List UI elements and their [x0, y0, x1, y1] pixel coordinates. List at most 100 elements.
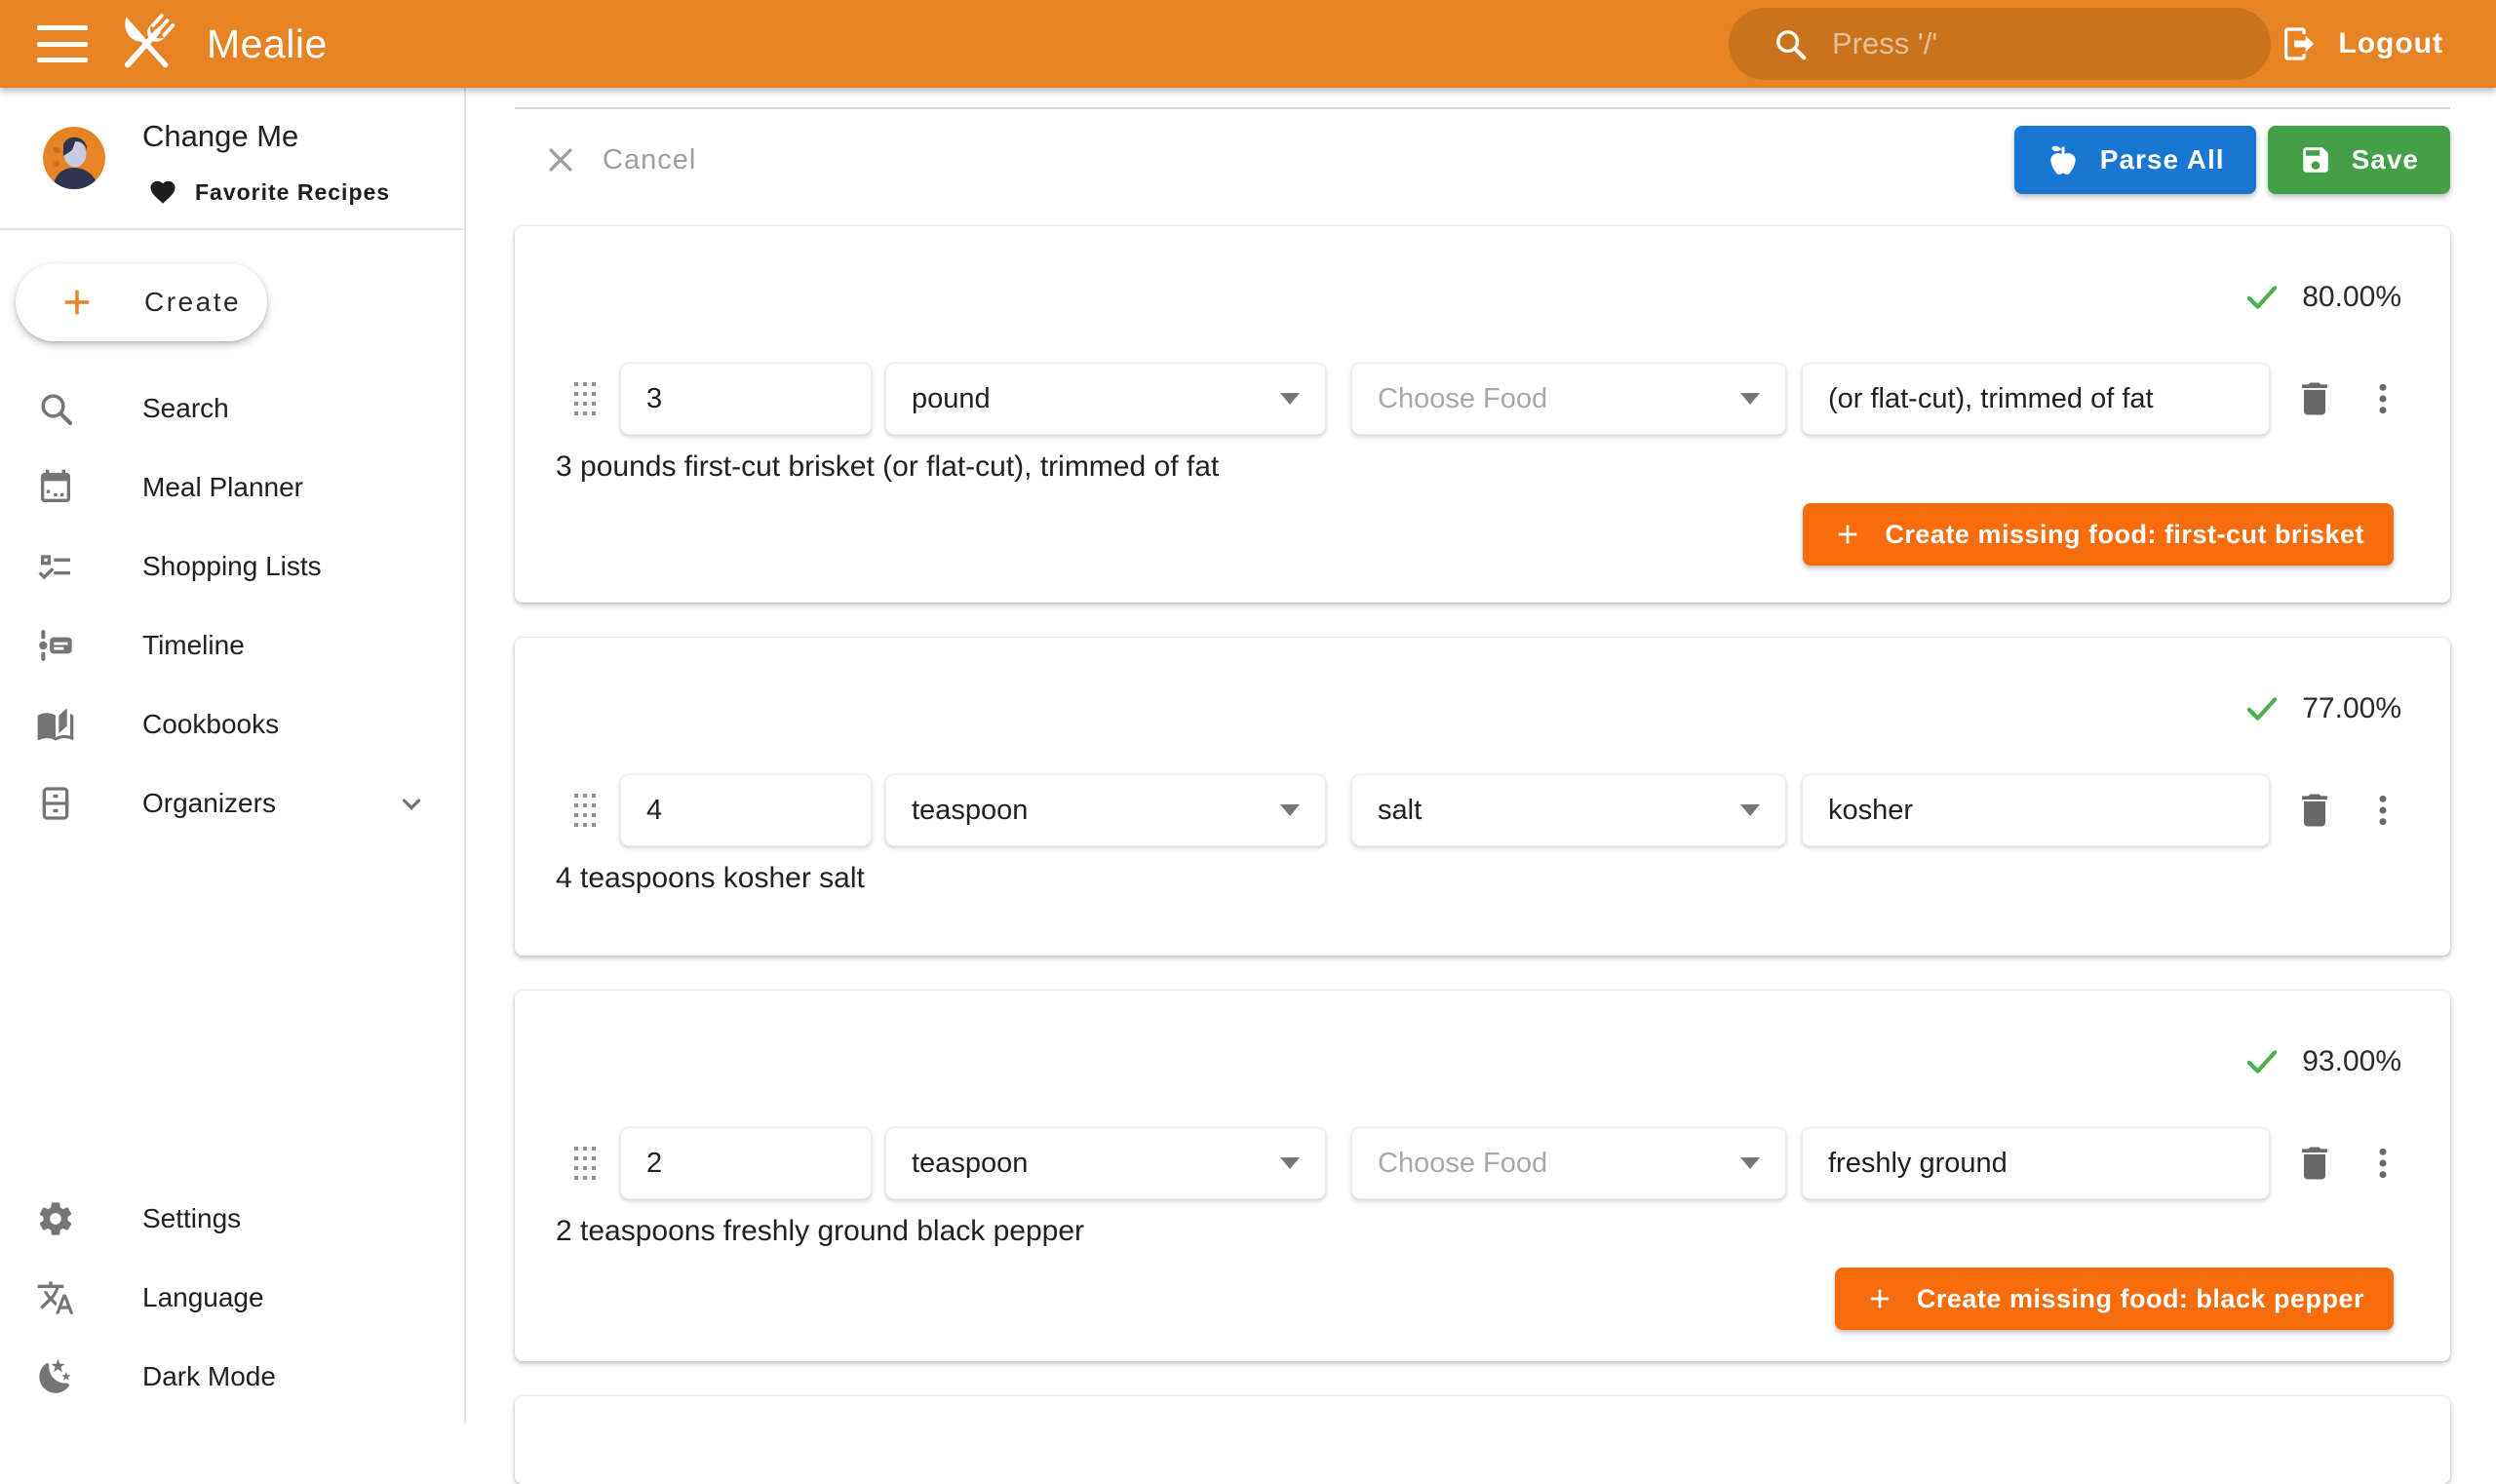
create-missing-food-button[interactable]: Create missing food: first-cut brisket [1803, 503, 2394, 566]
logout-button[interactable]: Logout [2280, 0, 2443, 88]
user-name: Change Me [142, 119, 298, 154]
confidence-value: 77.00% [2302, 692, 2401, 725]
drawer-cabinet-icon [35, 783, 76, 824]
sidebar-item-dark-mode[interactable]: Dark Mode [0, 1337, 464, 1416]
search-icon [35, 388, 76, 429]
kebab-icon [2363, 1144, 2402, 1183]
confidence-value: 80.00% [2302, 281, 2401, 314]
app-title: Mealie [207, 21, 328, 67]
parse-all-button[interactable]: Parse All [2014, 126, 2256, 194]
sidebar-item-label: Timeline [142, 630, 245, 661]
kebab-icon [2363, 791, 2402, 830]
delete-button[interactable] [2293, 1142, 2336, 1185]
parser-toolbar: Cancel Parse All Save [515, 125, 2450, 195]
drag-handle-icon[interactable] [573, 1146, 597, 1181]
note-input[interactable]: kosher [1802, 774, 2270, 846]
food-select[interactable]: Choose Food [1351, 1127, 1786, 1199]
save-button[interactable]: Save [2268, 126, 2450, 194]
drag-handle-icon[interactable] [573, 381, 597, 416]
more-options-button[interactable] [2363, 791, 2402, 830]
favorite-recipes-link[interactable]: Favorite Recipes [148, 177, 390, 207]
unit-select[interactable]: pound [885, 363, 1326, 435]
search-placeholder: Press '/' [1832, 26, 1937, 61]
sidebar-item-label: Meal Planner [142, 472, 303, 503]
check-icon [2242, 688, 2282, 729]
plus-icon [57, 282, 98, 323]
sidebar-item-language[interactable]: Language [0, 1258, 464, 1337]
unit-value: teaspoon [912, 795, 1028, 827]
sidebar-item-label: Dark Mode [142, 1361, 276, 1392]
confidence-indicator: 80.00% [2242, 277, 2401, 318]
ingredient-card-partial [515, 1396, 2450, 1484]
quantity-input[interactable]: 2 [620, 1127, 872, 1199]
quantity-input[interactable]: 4 [620, 774, 872, 846]
ingredient-fields-row: 2 teaspoon Choose Food freshly ground [515, 1127, 2450, 1199]
caret-down-icon [1740, 804, 1760, 816]
original-ingredient-text: 4 teaspoons kosher salt [556, 862, 865, 895]
ingredient-fields-row: 3 pound Choose Food (or flat-cut), trimm… [515, 363, 2450, 435]
food-select[interactable]: salt [1351, 774, 1786, 846]
heart-icon [148, 177, 177, 207]
caret-down-icon [1280, 393, 1300, 405]
delete-button[interactable] [2293, 377, 2336, 420]
sidebar-item-label: Cookbooks [142, 709, 279, 740]
check-icon [2242, 277, 2282, 318]
gear-icon [35, 1198, 76, 1239]
trash-icon [2293, 377, 2336, 420]
confidence-indicator: 77.00% [2242, 688, 2401, 729]
kebab-icon [2363, 379, 2402, 418]
check-icon [2242, 1041, 2282, 1082]
sidebar-item-organizers[interactable]: Organizers [0, 763, 464, 842]
confidence-indicator: 93.00% [2242, 1041, 2401, 1082]
cancel-label: Cancel [603, 144, 696, 176]
profile-section: Change Me Favorite Recipes [0, 88, 464, 230]
caret-down-icon [1740, 1157, 1760, 1169]
more-options-button[interactable] [2363, 1144, 2402, 1183]
save-icon [2299, 143, 2332, 176]
create-button[interactable]: Create [16, 263, 267, 341]
parse-all-label: Parse All [2100, 144, 2225, 176]
sidebar-item-shopping-lists[interactable]: Shopping Lists [0, 527, 464, 605]
sidebar-item-label: Shopping Lists [142, 551, 322, 582]
quantity-value: 2 [646, 1148, 662, 1180]
food-select[interactable]: Choose Food [1351, 363, 1786, 435]
chevron-down-icon[interactable] [394, 786, 429, 821]
plus-icon [1864, 1283, 1895, 1314]
trash-icon [2293, 789, 2336, 832]
avatar[interactable] [43, 127, 105, 189]
caret-down-icon [1280, 1157, 1300, 1169]
ingredient-list: 80.00% 3 pound Ch [515, 226, 2450, 1484]
checklist-icon [35, 546, 76, 587]
food-placeholder: Choose Food [1378, 383, 1547, 415]
sidebar-item-search[interactable]: Search [0, 369, 464, 448]
translate-icon [35, 1277, 76, 1318]
delete-button[interactable] [2293, 789, 2336, 832]
create-missing-food-button[interactable]: Create missing food: black pepper [1835, 1268, 2394, 1330]
search-input[interactable]: Press '/' [1729, 8, 2271, 80]
unit-select[interactable]: teaspoon [885, 1127, 1326, 1199]
trash-icon [2293, 1142, 2336, 1185]
original-ingredient-text: 2 teaspoons freshly ground black pepper [556, 1215, 1084, 1248]
confidence-value: 93.00% [2302, 1045, 2401, 1078]
sidebar-nav: Search Meal Planner Shopping Lists [0, 369, 464, 842]
cancel-button[interactable]: Cancel [544, 143, 696, 176]
more-options-button[interactable] [2363, 379, 2402, 418]
note-input[interactable]: freshly ground [1802, 1127, 2270, 1199]
note-input[interactable]: (or flat-cut), trimmed of fat [1802, 363, 2270, 435]
sidebar-item-cookbooks[interactable]: Cookbooks [0, 684, 464, 763]
menu-icon[interactable] [37, 25, 88, 62]
logout-label: Logout [2338, 27, 2443, 60]
note-value: freshly ground [1828, 1148, 2008, 1180]
unit-select[interactable]: teaspoon [885, 774, 1326, 846]
sidebar-item-label: Settings [142, 1203, 241, 1234]
scrolled-card-edge [515, 107, 2450, 109]
top-app-bar: Mealie Press '/' Logout [0, 0, 2496, 88]
unit-value: pound [912, 383, 991, 415]
open-book-icon [35, 704, 76, 745]
sidebar-item-settings[interactable]: Settings [0, 1179, 464, 1258]
ingredient-fields-row: 4 teaspoon salt kosher [515, 774, 2450, 846]
quantity-input[interactable]: 3 [620, 363, 872, 435]
sidebar-item-meal-planner[interactable]: Meal Planner [0, 448, 464, 527]
drag-handle-icon[interactable] [573, 793, 597, 828]
sidebar-item-timeline[interactable]: Timeline [0, 605, 464, 684]
